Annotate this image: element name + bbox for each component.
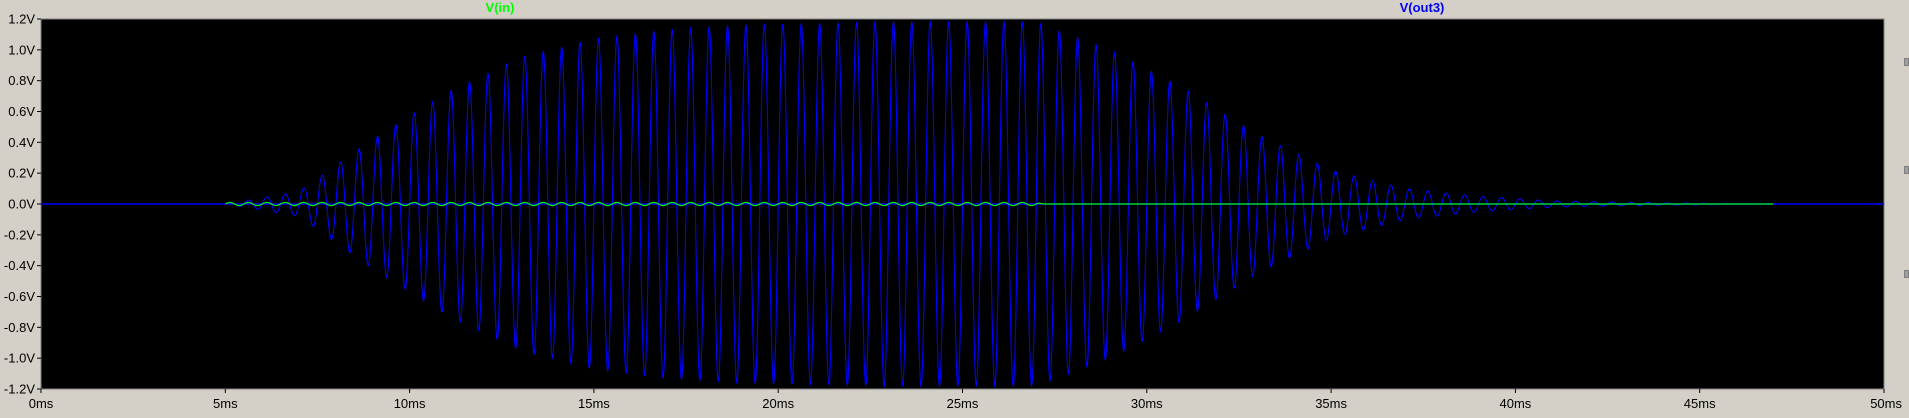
window-resize-handle[interactable] <box>1904 166 1909 174</box>
y-tick-label: -1.0V <box>4 351 35 366</box>
x-tick-label: 30ms <box>1131 396 1163 411</box>
x-tick-label: 40ms <box>1500 396 1532 411</box>
x-tick-label: 50ms <box>1870 396 1902 411</box>
y-tick-label: 0.0V <box>8 197 35 212</box>
y-tick-label: 1.0V <box>8 42 35 57</box>
y-axis: 1.2V 1.0V 0.8V 0.6V 0.4V 0.2V 0.0V -0.2V -0.4V -0… <box>4 12 41 397</box>
y-tick-label: -0.4V <box>4 258 35 273</box>
x-axis: 0ms 5ms 10ms 15ms 20ms 25ms 30ms 35ms 40ms 45ms 50… <box>29 389 1902 411</box>
y-tick-label: 1.2V <box>8 12 35 27</box>
y-tick-label: 0.6V <box>8 104 35 119</box>
x-tick-label: 15ms <box>578 396 610 411</box>
y-tick-label: -0.8V <box>4 320 35 335</box>
x-tick-label: 20ms <box>762 396 794 411</box>
y-tick-label: 0.8V <box>8 73 35 88</box>
y-tick-label: -0.2V <box>4 227 35 242</box>
x-tick-label: 0ms <box>29 396 54 411</box>
window-resize-handle[interactable] <box>1904 270 1909 278</box>
trace-label-vout3[interactable]: V(out3) <box>1400 0 1445 15</box>
x-tick-label: 45ms <box>1684 396 1716 411</box>
y-tick-label: -1.2V <box>4 382 35 397</box>
x-tick-label: 5ms <box>213 396 238 411</box>
window-resize-handle[interactable] <box>1904 58 1909 66</box>
y-tick-label: 0.2V <box>8 166 35 181</box>
x-tick-label: 25ms <box>947 396 979 411</box>
waveform-plot-window[interactable]: V(in) V(out3) 1.2V 1.0V 0.8V 0.6V 0.4V 0.2V 0.… <box>0 0 1909 418</box>
y-tick-label: -0.6V <box>4 289 35 304</box>
y-tick-label: 0.4V <box>8 135 35 150</box>
x-tick-label: 35ms <box>1315 396 1347 411</box>
waveform-chart[interactable]: V(in) V(out3) 1.2V 1.0V 0.8V 0.6V 0.4V 0.2V 0.… <box>0 0 1909 418</box>
trace-label-vin[interactable]: V(in) <box>486 0 515 15</box>
x-tick-label: 10ms <box>394 396 426 411</box>
